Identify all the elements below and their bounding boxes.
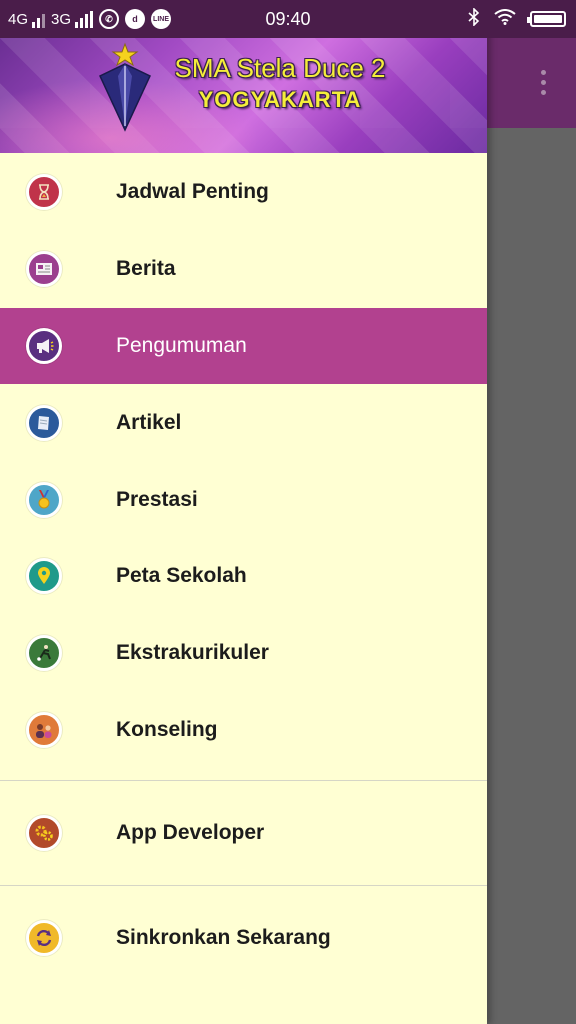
school-title: SMA Stela Duce 2 YOGYAKARTA	[168, 52, 392, 116]
drawer-header: SMA Stela Duce 2 YOGYAKARTA	[0, 38, 487, 153]
school-name: SMA Stela Duce 2	[174, 53, 386, 83]
map-pin-icon	[26, 558, 62, 595]
status-bar: 4G 3G ✆ d LINE 09:40	[0, 0, 576, 38]
sync-icon	[26, 920, 62, 957]
dana-icon: d	[125, 9, 146, 29]
navigation-drawer: SMA Stela Duce 2 YOGYAKARTA Jadwal Penti…	[0, 0, 487, 1024]
menu-item-peta-sekolah[interactable]: Peta Sekolah	[0, 538, 487, 615]
divider	[0, 885, 487, 887]
menu-item-artikel[interactable]: Artikel	[0, 384, 487, 461]
hourglass-icon	[26, 174, 62, 211]
megaphone-icon	[26, 327, 62, 364]
whatsapp-icon: ✆	[99, 9, 120, 29]
wifi-icon	[494, 8, 516, 30]
gears-icon	[26, 815, 62, 852]
menu-item-konseling[interactable]: Konseling	[0, 692, 487, 769]
line-icon: LINE	[151, 9, 172, 29]
bluetooth-icon	[468, 6, 480, 31]
menu-item-jadwal-penting[interactable]: Jadwal Penting	[0, 154, 487, 231]
school-logo-icon	[99, 42, 151, 132]
menu-item-ekstrakurikuler[interactable]: Ekstrakurikuler	[0, 615, 487, 692]
app-bar	[487, 38, 576, 128]
drawer-menu: Jadwal Penting Berita Pengumuman Artikel…	[0, 154, 487, 978]
divider	[0, 780, 487, 782]
menu-item-pengumuman[interactable]: Pengumuman	[0, 307, 487, 385]
overflow-menu-icon[interactable]	[541, 70, 546, 95]
signal-4g-icon: 4G	[8, 11, 46, 28]
menu-item-prestasi[interactable]: Prestasi	[0, 461, 487, 538]
school-city: YOGYAKARTA	[198, 87, 362, 112]
signal-3g-icon: 3G	[51, 10, 94, 28]
menu-item-berita[interactable]: Berita	[0, 231, 487, 308]
sports-icon	[26, 635, 62, 672]
menu-item-app-developer[interactable]: App Developer	[0, 793, 487, 873]
battery-icon	[527, 11, 566, 27]
people-icon	[26, 711, 62, 748]
medal-icon	[26, 481, 62, 518]
newspaper-icon	[26, 251, 62, 288]
article-icon	[26, 404, 62, 441]
menu-item-sinkronkan-sekarang[interactable]: Sinkronkan Sekarang	[0, 898, 487, 978]
